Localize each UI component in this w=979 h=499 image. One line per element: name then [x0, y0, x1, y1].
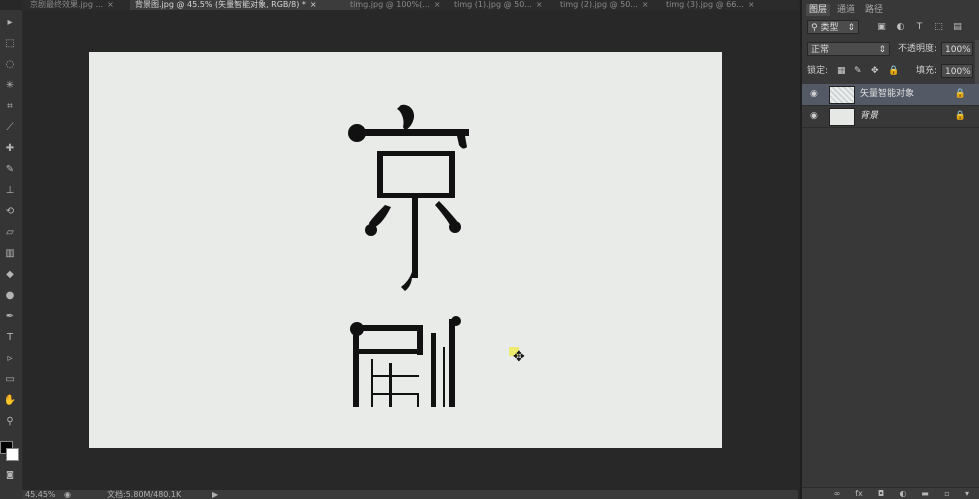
lock-label: 锁定:: [807, 66, 829, 76]
tab-document-active[interactable]: 背景图.jpg @ 45.5% (矢量智能对象, RGB/8) * ×: [130, 0, 360, 10]
filter-shape-icon[interactable]: ⬚: [933, 22, 944, 33]
filter-smart-object-icon[interactable]: ▤: [952, 22, 963, 33]
chevron-down-icon: ⇕: [847, 23, 855, 33]
character-jing: [348, 104, 469, 291]
character-ju: [350, 316, 461, 407]
zoom-level[interactable]: 45.45%: [25, 490, 56, 499]
quick-mask-icon[interactable]: ◙: [1, 466, 19, 483]
lock-icon: 🔒: [954, 89, 966, 99]
tab-channels[interactable]: 通道: [834, 4, 858, 16]
history-brush-tool-icon[interactable]: ⟲: [1, 203, 19, 220]
document-tab-bar: 京剧最终效果.jpg ... × 背景图.jpg @ 45.5% (矢量智能对象,…: [22, 0, 798, 10]
tab-document-4[interactable]: timg (1).jpg @ 50... ×: [454, 0, 554, 10]
close-tab-icon[interactable]: ×: [536, 0, 543, 9]
path-selection-tool-icon[interactable]: ▹: [1, 350, 19, 367]
lock-position-icon[interactable]: ✥: [871, 64, 879, 78]
magic-wand-tool-icon[interactable]: ✳: [1, 77, 19, 94]
tab-label: timg.jpg @ 100%(...: [350, 0, 430, 9]
fill-input[interactable]: 100%: [941, 64, 973, 78]
layer-thumbnail: [829, 108, 855, 126]
brush-tool-icon[interactable]: ✎: [1, 161, 19, 178]
pen-tool-icon[interactable]: ✒: [1, 308, 19, 325]
eyedropper-tool-icon[interactable]: ⟋: [1, 119, 19, 136]
canvas-workspace[interactable]: ✥: [23, 10, 798, 490]
search-icon: ⚲: [811, 23, 818, 33]
type-tool-icon[interactable]: T: [1, 329, 19, 346]
tools-panel: ▸ ⬚ ◌ ✳ ⌗ ⟋ ✚ ✎ ⊥ ⟲ ▱ ▥ ◆ ● ✒ T ▹ ▭ ✋ ⚲ …: [0, 10, 23, 499]
move-tool-icon[interactable]: ▸: [1, 14, 19, 31]
document-canvas[interactable]: ✥: [89, 52, 722, 448]
close-tab-icon[interactable]: ×: [748, 0, 755, 9]
zoom-tool-icon[interactable]: ⚲: [1, 413, 19, 430]
crop-tool-icon[interactable]: ⌗: [1, 98, 19, 115]
eye-icon[interactable]: ◉: [810, 111, 818, 121]
lock-transparent-icon[interactable]: ▦: [837, 64, 846, 78]
marquee-tool-icon[interactable]: ⬚: [1, 35, 19, 52]
layer-row-background[interactable]: ◉ 背景 🔒: [802, 106, 979, 128]
close-tab-icon[interactable]: ×: [310, 0, 317, 9]
layer-thumbnail: [829, 86, 855, 104]
link-layers-icon[interactable]: ∞: [832, 489, 842, 498]
adjustment-layer-icon[interactable]: ◐: [898, 489, 908, 498]
tab-document-5[interactable]: timg (2).jpg @ 50... ×: [560, 0, 660, 10]
eraser-tool-icon[interactable]: ▱: [1, 224, 19, 241]
dodge-tool-icon[interactable]: ●: [1, 287, 19, 304]
blur-tool-icon[interactable]: ◆: [1, 266, 19, 283]
status-bar: 45.45% ◉ 文档:5.80M/480.1K ▶: [22, 490, 798, 499]
clone-stamp-tool-icon[interactable]: ⊥: [1, 182, 19, 199]
opacity-label: 不透明度:: [898, 44, 938, 54]
tab-document-1[interactable]: 京剧最终效果.jpg ... ×: [30, 0, 130, 10]
blend-mode-value: 正常: [811, 45, 830, 55]
filter-label: 类型: [820, 23, 839, 33]
close-tab-icon[interactable]: ×: [107, 0, 114, 9]
tab-label: timg (2).jpg @ 50...: [560, 0, 638, 9]
document-size-info: 文档:5.80M/480.1K: [107, 490, 182, 499]
shape-tool-icon[interactable]: ▭: [1, 371, 19, 388]
move-cursor-icon: ✥: [513, 349, 525, 365]
panel-scrollbar[interactable]: [975, 40, 979, 84]
tab-label: timg (3).jpg @ 66...: [666, 0, 744, 9]
eye-icon[interactable]: ◉: [810, 89, 818, 99]
tab-label: timg (1).jpg @ 50...: [454, 0, 532, 9]
new-group-icon[interactable]: ▬: [920, 489, 930, 498]
lock-icon: 🔒: [954, 111, 966, 121]
gradient-tool-icon[interactable]: ▥: [1, 245, 19, 262]
blend-mode-select[interactable]: 正常 ⇕: [807, 42, 890, 56]
filter-adjustment-icon[interactable]: ◐: [895, 22, 906, 33]
filter-pixel-icon[interactable]: ▣: [876, 22, 887, 33]
fill-label: 填充:: [916, 66, 938, 76]
healing-brush-tool-icon[interactable]: ✚: [1, 140, 19, 157]
close-tab-icon[interactable]: ×: [434, 0, 441, 9]
layers-panel: 图层 通道 路径 ⚲ 类型 ⇕ ▣ ◐ T ⬚ ▤ 正常 ⇕ 不透明度: 100…: [800, 0, 979, 499]
tab-label: 背景图.jpg @ 45.5% (矢量智能对象, RGB/8) *: [135, 0, 306, 9]
tab-document-6[interactable]: timg (3).jpg @ 66... ×: [666, 0, 776, 10]
lasso-tool-icon[interactable]: ◌: [1, 56, 19, 73]
lock-all-icon[interactable]: 🔒: [888, 64, 899, 78]
layer-style-icon[interactable]: fx: [854, 489, 864, 498]
layer-name[interactable]: 背景: [860, 106, 878, 127]
tab-layers[interactable]: 图层: [806, 4, 831, 16]
layer-name[interactable]: 矢量智能对象: [860, 84, 914, 105]
new-layer-icon[interactable]: ▫: [942, 489, 952, 498]
background-color-swatch[interactable]: [6, 448, 19, 461]
layers-panel-footer: ∞ fx ◘ ◐ ▬ ▫ ▾: [802, 487, 979, 499]
opacity-input[interactable]: 100%: [941, 42, 973, 56]
hand-tool-icon[interactable]: ✋: [1, 392, 19, 409]
tab-document-3[interactable]: timg.jpg @ 100%(... ×: [347, 0, 450, 10]
status-menu-icon[interactable]: ◉: [64, 490, 71, 499]
delete-layer-icon[interactable]: ▾: [962, 489, 972, 498]
layer-row-smart-object[interactable]: ◉ 矢量智能对象 🔒: [802, 84, 979, 106]
add-mask-icon[interactable]: ◘: [876, 489, 886, 498]
lock-pixels-icon[interactable]: ✎: [854, 64, 862, 78]
layer-filter-select[interactable]: ⚲ 类型 ⇕: [807, 20, 859, 34]
chevron-down-icon: ⇕: [878, 45, 886, 55]
status-arrow-icon[interactable]: ▶: [212, 490, 218, 499]
tab-paths[interactable]: 路径: [862, 4, 886, 16]
tab-label: 京剧最终效果.jpg ...: [30, 0, 104, 9]
close-tab-icon[interactable]: ×: [642, 0, 649, 9]
filter-type-icon[interactable]: T: [914, 22, 925, 33]
jingju-calligraphy-artwork: [348, 104, 469, 407]
